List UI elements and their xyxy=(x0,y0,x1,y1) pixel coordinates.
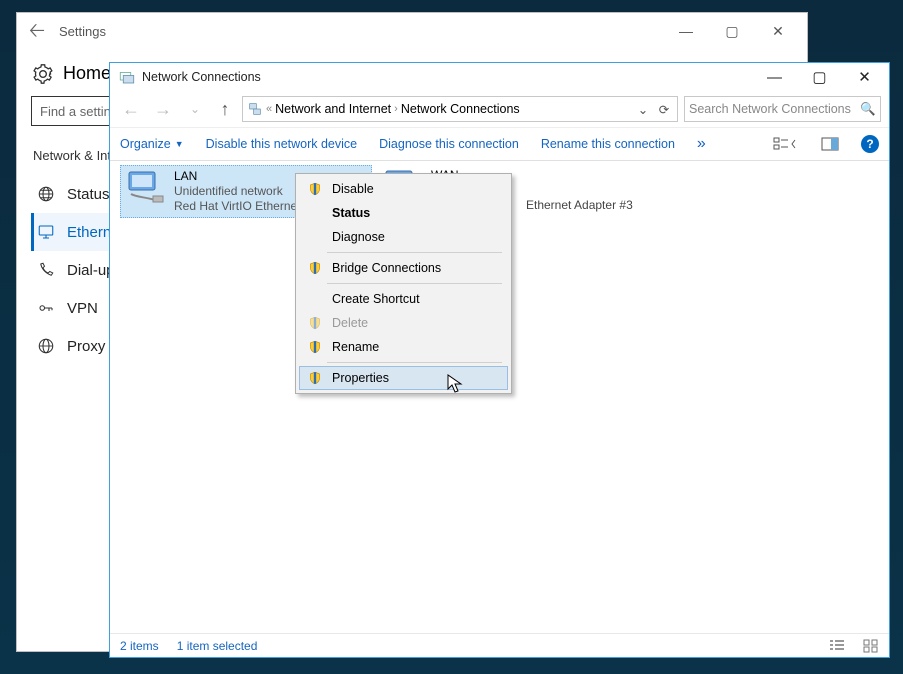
close-button[interactable]: ✕ xyxy=(755,17,801,45)
ctx-status[interactable]: Status xyxy=(299,201,508,225)
ctx-rename-label: Rename xyxy=(332,340,379,354)
diagnose-button[interactable]: Diagnose this connection xyxy=(379,137,519,151)
nc-search-placeholder: Search Network Connections xyxy=(689,102,860,116)
shield-icon xyxy=(306,261,324,275)
maximize-button[interactable]: ▢ xyxy=(709,17,755,45)
nav-forward-icon: → xyxy=(150,99,176,120)
menu-separator xyxy=(327,252,502,253)
ctx-delete-label: Delete xyxy=(332,316,368,330)
view-options-icon[interactable] xyxy=(773,136,799,152)
help-icon[interactable]: ? xyxy=(861,135,879,153)
globe-icon xyxy=(37,185,55,203)
context-menu: Disable Status Diagnose Bridge Connectio… xyxy=(295,173,512,394)
rename-button[interactable]: Rename this connection xyxy=(541,137,675,151)
nc-search[interactable]: Search Network Connections 🔍 xyxy=(684,96,881,122)
vpn-icon xyxy=(37,299,55,317)
network-folder-icon xyxy=(118,68,136,86)
organize-menu[interactable]: Organize ▼ xyxy=(120,137,184,151)
settings-search[interactable]: Find a setting xyxy=(31,96,121,126)
shield-icon xyxy=(306,182,324,196)
refresh-icon[interactable]: ⟳ xyxy=(655,102,673,117)
ctx-bridge-label: Bridge Connections xyxy=(332,261,441,275)
monitor-icon xyxy=(37,223,55,241)
nav-up-icon[interactable]: ↑ xyxy=(214,99,236,120)
ctx-diagnose-label: Diagnose xyxy=(332,230,385,244)
more-icon[interactable]: » xyxy=(697,135,706,153)
shield-icon xyxy=(306,340,324,354)
status-selected: 1 item selected xyxy=(177,639,258,653)
search-icon: 🔍 xyxy=(860,102,876,117)
ctx-delete: Delete xyxy=(299,311,508,335)
ctx-disable-label: Disable xyxy=(332,182,374,196)
ctx-status-label: Status xyxy=(332,206,370,220)
back-icon[interactable]: 🡠 xyxy=(23,13,51,49)
settings-titlebar: 🡠 Settings — ▢ ✕ xyxy=(17,13,807,49)
nc-navbar: ← → ⌄ ↑ « Network and Internet › Network… xyxy=(110,91,889,127)
ctx-properties-label: Properties xyxy=(332,371,389,385)
nav-back-icon[interactable]: ← xyxy=(118,99,144,120)
preview-pane-icon[interactable] xyxy=(821,137,839,151)
nc-maximize-button[interactable]: ▢ xyxy=(797,64,842,90)
network-icon xyxy=(247,101,263,117)
gear-icon xyxy=(33,64,53,84)
settings-title: Settings xyxy=(59,24,106,39)
nc-close-button[interactable]: ✕ xyxy=(842,64,887,90)
globe-icon xyxy=(37,337,55,355)
nc-titlebar[interactable]: Network Connections — ▢ ✕ xyxy=(110,63,889,91)
large-icons-view-icon[interactable] xyxy=(863,639,879,653)
details-view-icon[interactable] xyxy=(829,639,845,653)
nav-vpn-label: VPN xyxy=(67,300,98,317)
address-bar[interactable]: « Network and Internet › Network Connect… xyxy=(242,96,678,122)
adapter-wan-device: Ethernet Adapter #3 xyxy=(526,198,633,213)
nav-proxy-label: Proxy xyxy=(67,338,105,355)
organize-label: Organize xyxy=(120,137,171,151)
address-dropdown-icon[interactable]: ⌄ xyxy=(634,102,652,117)
nav-status-label: Status xyxy=(67,186,110,203)
home-label: Home xyxy=(63,63,111,84)
disable-device-button[interactable]: Disable this network device xyxy=(206,137,357,151)
ctx-diagnose[interactable]: Diagnose xyxy=(299,225,508,249)
shield-icon xyxy=(306,316,324,330)
phone-icon xyxy=(37,261,55,279)
dropdown-icon: ▼ xyxy=(175,139,184,149)
search-placeholder: Find a setting xyxy=(40,104,118,119)
nav-recent-icon[interactable]: ⌄ xyxy=(182,102,208,116)
breadcrumb-p2[interactable]: Network Connections xyxy=(401,102,520,116)
breadcrumb-p1[interactable]: Network and Internet xyxy=(275,102,391,116)
adapter-lan-icon xyxy=(124,169,166,205)
ctx-shortcut-label: Create Shortcut xyxy=(332,292,420,306)
nav-dialup-label: Dial-up xyxy=(67,262,115,279)
nc-title: Network Connections xyxy=(142,70,261,84)
chevron-right-icon[interactable]: › xyxy=(394,103,398,115)
chevron-icon: « xyxy=(266,103,272,115)
menu-separator xyxy=(327,283,502,284)
shield-icon xyxy=(306,371,324,385)
ctx-bridge[interactable]: Bridge Connections xyxy=(299,256,508,280)
nc-toolbar: Organize ▼ Disable this network device D… xyxy=(110,127,889,161)
ctx-properties[interactable]: Properties xyxy=(299,366,508,390)
nc-statusbar: 2 items 1 item selected xyxy=(110,633,889,657)
ctx-disable[interactable]: Disable xyxy=(299,177,508,201)
menu-separator xyxy=(327,362,502,363)
minimize-button[interactable]: — xyxy=(663,17,709,45)
ctx-rename[interactable]: Rename xyxy=(299,335,508,359)
nc-minimize-button[interactable]: — xyxy=(752,64,797,90)
ctx-shortcut[interactable]: Create Shortcut xyxy=(299,287,508,311)
status-items: 2 items xyxy=(120,639,159,653)
